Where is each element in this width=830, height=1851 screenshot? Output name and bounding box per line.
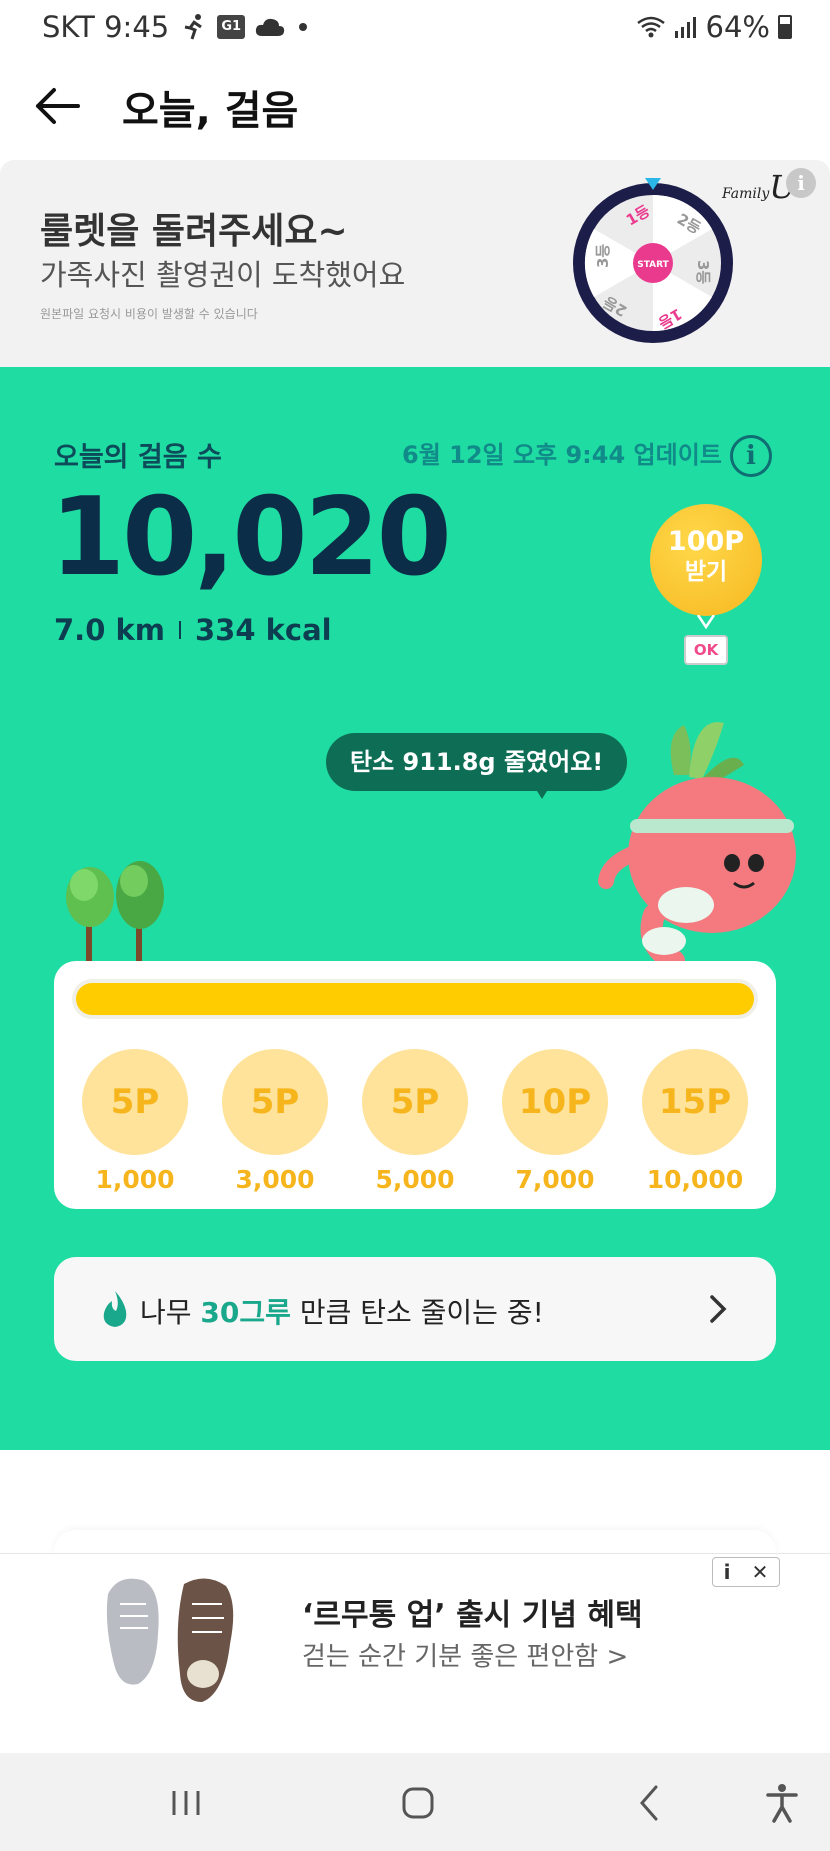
banner-info-icon[interactable]: i (786, 168, 816, 198)
ad-subtitle: 걷는 순간 기분 좋은 편안함 > (302, 1642, 629, 1672)
system-nav-bar (0, 1753, 830, 1851)
carrier-time: SKT 9:45 (42, 10, 170, 44)
trees-illustration (66, 861, 164, 962)
reward-label: 받기 (684, 559, 728, 585)
radish-mascot-illustration (598, 722, 796, 963)
reward-balloon-button[interactable]: 100P 받기 (650, 504, 762, 616)
milestone-coin: 5P (222, 1049, 328, 1155)
ok-cashbag-tag: OK (684, 635, 728, 665)
page-title: 오늘, 걸음 (122, 88, 299, 134)
banner-note: 원본파일 요청시 비용이 발생할 수 있습니다 (40, 307, 258, 321)
milestone-item[interactable]: 10P 7,000 (500, 1049, 610, 1194)
distance-value: 7.0 km (54, 613, 165, 647)
status-left: SKT 9:45 G1 (42, 10, 308, 44)
ad-banner[interactable]: ‘르무통 업’ 출시 기념 혜택 걷는 순간 기분 좋은 편안함 > i ✕ (0, 1553, 830, 1753)
steps-label: 오늘의 걸음 수 (54, 442, 222, 473)
milestone-list: 5P 1,000 5P 3,000 5P 5,000 10P 7,000 15P… (80, 1049, 750, 1194)
milestone-coin: 10P (502, 1049, 608, 1155)
arrow-left-icon[interactable] (34, 84, 82, 128)
milestone-coin: 15P (642, 1049, 748, 1155)
carbon-tree-count: 30그루 (200, 1296, 291, 1329)
milestone-steps: 7,000 (515, 1165, 595, 1194)
milestone-coin: 5P (82, 1049, 188, 1155)
reward-amount: 100P (667, 526, 745, 557)
wifi-icon (636, 16, 665, 38)
step-progress-fill (76, 983, 754, 1015)
roulette-wheel[interactable]: START 1등 2등 3등 1등 2등 3등 (570, 178, 736, 344)
roulette-segment-label: 3등 (594, 244, 612, 268)
milestone-steps: 10,000 (646, 1165, 744, 1194)
runner-icon (184, 14, 203, 40)
step-stats: 7.0 km 334 kcal (54, 613, 332, 647)
home-icon[interactable] (394, 1779, 442, 1827)
roulette-banner[interactable]: 룰렛을 돌려주세요~ 가족사진 촬영권이 도착했어요 원본파일 요청시 비용이 … (0, 160, 830, 367)
status-bar: SKT 9:45 G1 64% (0, 0, 830, 56)
ad-info-icon[interactable]: i (724, 1560, 731, 1584)
step-progress-bar (72, 979, 758, 1019)
balloon-string-icon (696, 615, 716, 630)
family-logo: FamilyU (722, 168, 796, 206)
family-logo-text: Family (722, 186, 770, 202)
carbon-suffix: 만큼 탄소 줄이는 중! (290, 1296, 544, 1329)
roulette-start-label: START (637, 260, 669, 270)
ad-close-icon[interactable]: ✕ (752, 1560, 769, 1584)
roulette-segment-label: 3등 (694, 260, 712, 284)
step-count: 10,020 (50, 475, 452, 600)
notification-icons: G1 (181, 13, 308, 41)
update-timestamp: 6월 12일 오후 9:44 업데이트 (402, 441, 722, 469)
milestone-item[interactable]: 15P 10,000 (640, 1049, 750, 1194)
carbon-trees-text: 나무 30그루 만큼 탄소 줄이는 중! (140, 1291, 544, 1331)
ad-title: ‘르무통 업’ 출시 기념 혜택 (302, 1598, 643, 1633)
milestone-steps: 1,000 (95, 1165, 175, 1194)
g1-badge-icon: G1 (217, 15, 246, 39)
milestone-item[interactable]: 5P 5,000 (360, 1049, 470, 1194)
speech-bubble-tail (532, 783, 552, 799)
sneakers-image (106, 1578, 234, 1702)
carbon-trees-card[interactable]: 나무 30그루 만큼 탄소 줄이는 중! (54, 1257, 776, 1361)
cloud-icon (256, 18, 285, 36)
chevron-right-icon[interactable] (706, 1293, 730, 1325)
accessibility-icon[interactable] (758, 1779, 806, 1827)
app-header: 오늘, 걸음 (0, 64, 830, 148)
milestone-item[interactable]: 5P 3,000 (220, 1049, 330, 1194)
milestone-coin: 5P (362, 1049, 468, 1155)
milestone-item[interactable]: 5P 1,000 (80, 1049, 190, 1194)
back-icon[interactable] (626, 1779, 674, 1827)
stats-divider (178, 621, 181, 639)
carbon-prefix: 나무 (140, 1296, 201, 1329)
recent-apps-icon[interactable] (162, 1779, 210, 1827)
battery-percent: 64% (705, 10, 770, 44)
signal-icon (674, 17, 696, 38)
fire-icon (103, 1291, 127, 1327)
status-right: 64% (636, 10, 792, 44)
battery-icon (778, 15, 792, 39)
step-progress-card: 5P 1,000 5P 3,000 5P 5,000 10P 7,000 15P… (54, 961, 776, 1209)
carbon-speech-bubble: 탄소 911.8g 줄였어요! (326, 733, 628, 791)
steps-info-icon[interactable]: i (730, 435, 772, 477)
dot-icon (299, 23, 308, 31)
ad-controls: i ✕ (712, 1557, 780, 1587)
steps-section: 오늘의 걸음 수 6월 12일 오후 9:44 업데이트 i 10,020 7.… (0, 367, 830, 1450)
milestone-steps: 5,000 (375, 1165, 455, 1194)
calories-value: 334 kcal (194, 613, 332, 647)
milestone-steps: 3,000 (235, 1165, 315, 1194)
banner-subtitle: 가족사진 촬영권이 도착했어요 (40, 258, 406, 292)
banner-title: 룰렛을 돌려주세요~ (40, 211, 348, 252)
